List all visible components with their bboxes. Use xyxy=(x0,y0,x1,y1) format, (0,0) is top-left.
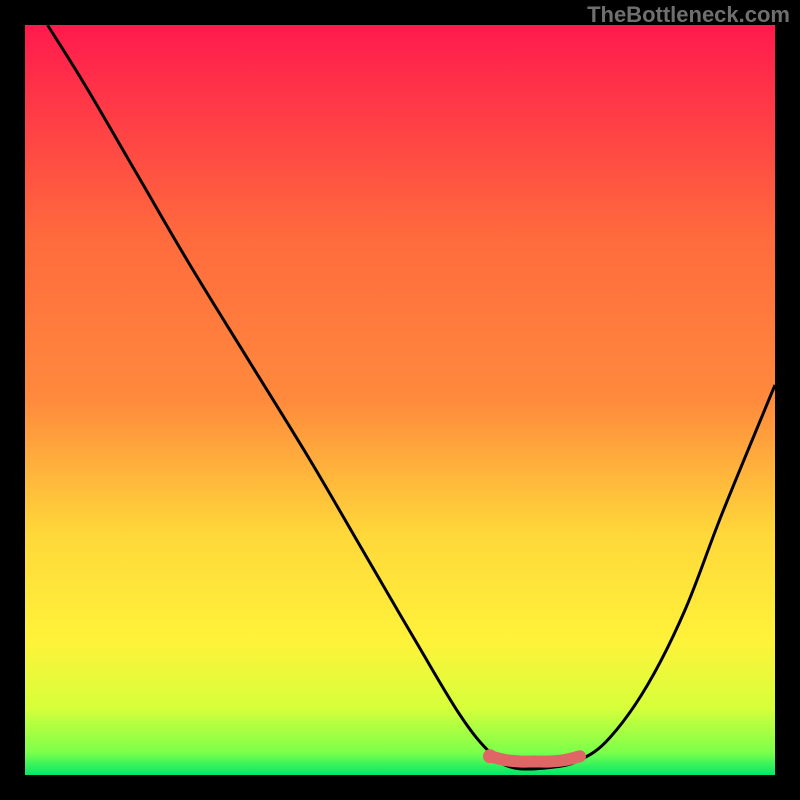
optimal-range-marker xyxy=(490,756,580,761)
plot-area xyxy=(25,25,775,775)
chart-frame: TheBottleneck.com xyxy=(0,0,800,800)
curve-layer xyxy=(25,25,775,775)
bottleneck-curve xyxy=(48,25,776,769)
watermark-text: TheBottleneck.com xyxy=(587,2,790,28)
optimal-range-start-dot xyxy=(483,749,497,763)
